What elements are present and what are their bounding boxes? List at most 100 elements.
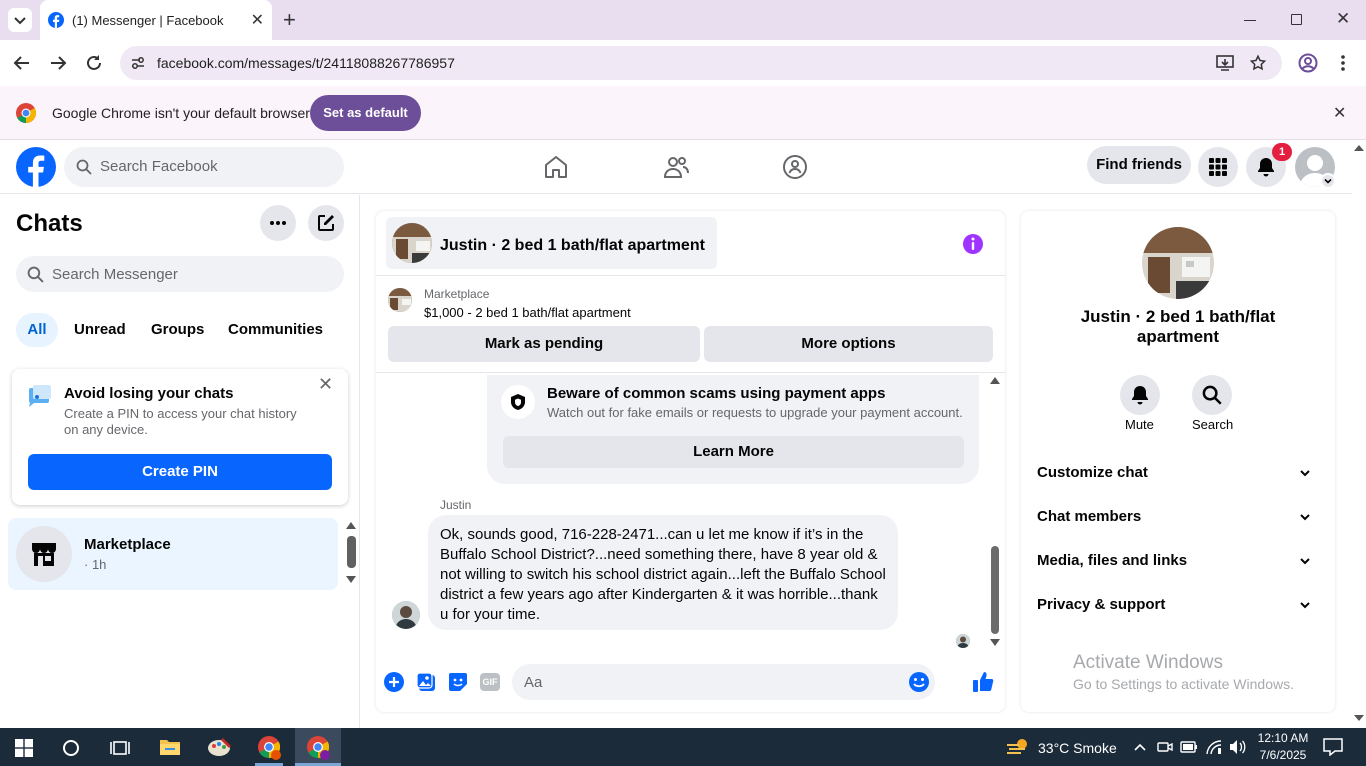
more-dots-icon [270, 221, 286, 225]
sticker-icon[interactable] [448, 672, 468, 692]
photo-icon[interactable] [416, 672, 436, 692]
list-scroll-down[interactable] [346, 576, 356, 583]
new-message-button[interactable] [308, 205, 344, 241]
listing-title[interactable]: $1,000 - 2 bed 1 bath/flat apartment [424, 305, 631, 320]
conversation-time: · 1h [84, 557, 107, 572]
filter-communities[interactable]: Communities [216, 315, 335, 351]
conversation-marketplace[interactable]: Marketplace · 1h [8, 518, 338, 590]
media-files-links-row[interactable]: Media, files and links [1037, 541, 1319, 581]
page-scrollbar[interactable] [1352, 141, 1366, 728]
close-window-button[interactable]: ✕ [1336, 9, 1350, 29]
set-as-default-button[interactable]: Set as default [310, 95, 421, 131]
chrome-menu-icon[interactable] [1338, 53, 1348, 73]
notification-center-icon[interactable] [1323, 738, 1343, 756]
conversation-title: Justin · 2 bed 1 bath/flat apartment [440, 237, 705, 254]
message-input-placeholder: Aa [524, 674, 543, 691]
filter-groups[interactable]: Groups [139, 315, 216, 351]
chat-lock-icon [29, 385, 51, 407]
conversation-header[interactable]: Justin · 2 bed 1 bath/flat apartment [386, 217, 717, 269]
clock-date[interactable]: 7/6/2025 [1257, 748, 1309, 762]
mark-as-pending-button[interactable]: Mark as pending [388, 326, 700, 362]
apartment-photo-icon [392, 223, 432, 263]
create-pin-button[interactable]: Create PIN [28, 454, 332, 490]
volume-icon[interactable] [1228, 739, 1246, 755]
close-tab-icon[interactable]: ✕ [251, 10, 264, 30]
file-explorer-icon[interactable] [159, 738, 181, 756]
row-label: Customize chat [1037, 464, 1148, 481]
weather-haze-icon[interactable] [1006, 737, 1030, 757]
learn-more-button[interactable]: Learn More [503, 436, 964, 468]
emoji-icon[interactable] [908, 671, 930, 693]
chrome-taskbar-button-1[interactable] [249, 728, 289, 766]
chat-scroll-up[interactable] [990, 377, 1000, 384]
person-photo-icon [956, 634, 970, 648]
chat-members-row[interactable]: Chat members [1037, 497, 1319, 537]
chat-scrollbar-thumb[interactable] [991, 546, 999, 634]
forward-icon[interactable] [48, 54, 68, 72]
list-scrollbar-thumb[interactable] [347, 536, 356, 568]
facebook-search-input[interactable]: Search Facebook [64, 147, 344, 187]
scam-warning-card: Beware of common scams using payment app… [487, 375, 979, 484]
more-options-button[interactable]: More options [704, 326, 993, 362]
clock-time[interactable]: 12:10 AM [1257, 731, 1309, 745]
filter-all[interactable]: All [16, 313, 58, 347]
minimize-button[interactable] [1244, 10, 1258, 30]
scam-warning-description: Watch out for fake emails or requests to… [547, 405, 963, 420]
conversation-name: Marketplace [84, 536, 171, 553]
sender-avatar[interactable] [392, 601, 420, 629]
windows-start-icon[interactable] [15, 739, 33, 757]
facebook-logo-icon[interactable] [16, 147, 56, 187]
close-infobar-icon[interactable]: ✕ [1333, 103, 1346, 123]
address-bar[interactable]: facebook.com/messages/t/2411808826778695… [120, 46, 1282, 80]
url-text: facebook.com/messages/t/2411808826778695… [157, 55, 455, 71]
page-scroll-up[interactable] [1354, 145, 1364, 151]
search-messenger-placeholder: Search Messenger [52, 266, 178, 283]
message-bubble[interactable]: Ok, sounds good, 716-228-2471...can u le… [428, 515, 898, 630]
list-scroll-up[interactable] [346, 522, 356, 529]
search-placeholder: Search Facebook [100, 158, 218, 175]
customize-chat-row[interactable]: Customize chat [1037, 453, 1319, 493]
search-messenger-input[interactable]: Search Messenger [16, 256, 344, 292]
profile-icon[interactable] [1298, 53, 1318, 73]
browser-tab-messenger[interactable]: (1) Messenger | Facebook ✕ [40, 0, 272, 40]
bookmark-star-icon[interactable] [1249, 54, 1267, 72]
friends-icon[interactable] [663, 154, 689, 180]
gif-icon[interactable]: GIF [480, 673, 500, 691]
account-chevron[interactable] [1320, 173, 1336, 189]
marketplace-listing-bar: Marketplace $1,000 - 2 bed 1 bath/flat a… [376, 275, 1005, 373]
info-icon[interactable] [962, 233, 984, 255]
network-icon[interactable] [1205, 739, 1223, 755]
chrome-taskbar-button-2[interactable] [295, 728, 341, 766]
back-icon[interactable] [12, 54, 32, 72]
install-app-icon[interactable] [1216, 55, 1234, 71]
find-friends-button[interactable]: Find friends [1087, 146, 1191, 184]
privacy-support-row[interactable]: Privacy & support [1037, 585, 1319, 625]
chat-scroll-down[interactable] [990, 639, 1000, 646]
menu-button[interactable] [1198, 147, 1238, 187]
mute-button[interactable] [1120, 375, 1160, 415]
search-circle-icon[interactable] [62, 739, 80, 757]
message-input[interactable]: Aa [512, 664, 935, 700]
chevron-up-icon[interactable] [1134, 742, 1146, 752]
search-in-conversation-button[interactable] [1192, 375, 1232, 415]
tab-search-button[interactable] [8, 8, 32, 32]
weather-text[interactable]: 33°C Smoke [1038, 740, 1117, 756]
new-tab-button[interactable]: + [283, 8, 296, 32]
paint-app-icon[interactable] [207, 736, 233, 758]
filter-unread[interactable]: Unread [62, 315, 138, 351]
groups-icon[interactable] [782, 154, 808, 180]
conversation-panel: Justin · 2 bed 1 bath/flat apartment Mar… [376, 211, 1005, 712]
home-icon[interactable] [543, 154, 569, 180]
reload-icon[interactable] [85, 54, 103, 72]
restore-button[interactable] [1291, 14, 1302, 25]
plus-circle-icon[interactable] [384, 672, 404, 692]
thumbs-up-icon[interactable] [972, 671, 994, 693]
page-scroll-down[interactable] [1354, 715, 1364, 721]
site-settings-icon[interactable] [130, 55, 146, 71]
task-view-icon[interactable] [110, 739, 130, 757]
close-pin-card-icon[interactable]: ✕ [318, 374, 333, 395]
apartment-photo-icon [1142, 227, 1214, 299]
battery-icon[interactable] [1180, 740, 1198, 754]
chat-options-button[interactable] [260, 205, 296, 241]
meet-now-icon[interactable] [1157, 739, 1173, 755]
